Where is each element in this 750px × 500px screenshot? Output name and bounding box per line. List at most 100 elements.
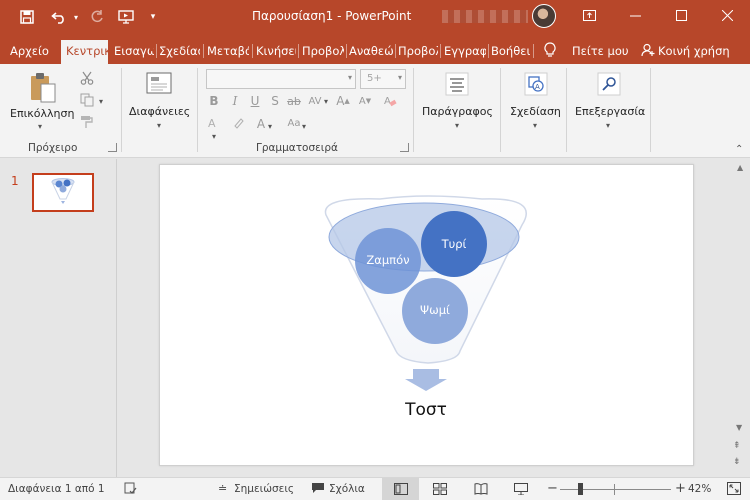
paste-dropdown-icon[interactable]: ▾: [38, 122, 42, 131]
clear-formatting-icon[interactable]: A: [382, 94, 398, 108]
slide-thumbnail[interactable]: [32, 173, 94, 212]
ribbon-display-options-icon[interactable]: [566, 0, 612, 30]
maximize-icon[interactable]: [658, 0, 704, 30]
underline-icon[interactable]: U: [248, 94, 262, 108]
tab-slideshow[interactable]: Προβολή: [302, 40, 344, 64]
zoom-level[interactable]: 42%: [688, 483, 711, 495]
reading-view-icon[interactable]: [474, 483, 488, 498]
next-slide-icon[interactable]: ⇟: [733, 457, 741, 467]
bold-icon[interactable]: B: [207, 94, 221, 108]
paragraph-label[interactable]: Παράγραφος: [422, 105, 493, 118]
funnel-item-label-2[interactable]: Τυρί: [422, 237, 486, 251]
present-from-beginning-icon[interactable]: [115, 6, 137, 28]
shadow-icon[interactable]: S: [268, 94, 282, 108]
comments-icon[interactable]: [311, 482, 325, 497]
italic-icon[interactable]: I: [228, 94, 242, 108]
character-spacing-dropdown-icon[interactable]: ▾: [324, 97, 328, 106]
funnel-result-label[interactable]: Τοστ: [386, 400, 466, 420]
tab-design[interactable]: Σχεδίαση: [159, 40, 200, 64]
redo-icon[interactable]: [88, 6, 106, 28]
slide-sorter-icon[interactable]: [433, 483, 447, 498]
copy-icon[interactable]: [78, 92, 96, 108]
paste-icon[interactable]: [28, 72, 58, 104]
font-name-combo[interactable]: ▾: [206, 69, 356, 89]
cut-icon[interactable]: [78, 70, 96, 86]
lightbulb-icon: [544, 42, 556, 61]
font-size-value: 5+: [367, 73, 382, 84]
customize-toolbar-icon[interactable]: ▾: [145, 6, 161, 28]
spelling-check-icon[interactable]: [124, 482, 137, 498]
notes-icon[interactable]: ≐: [218, 482, 227, 495]
tab-help[interactable]: Βοήθεια: [491, 40, 531, 64]
minimize-icon[interactable]: [612, 0, 658, 30]
tab-review[interactable]: Αναθεώρηση: [349, 40, 393, 64]
funnel-item-label-3[interactable]: Ψωμί: [403, 303, 467, 317]
decrease-font-size-icon[interactable]: A ▼: [357, 94, 373, 108]
share-button[interactable]: Κοινή χρήση: [658, 40, 738, 64]
copy-dropdown-icon[interactable]: ▾: [99, 97, 103, 106]
previous-slide-icon[interactable]: ⇞: [733, 441, 741, 451]
tab-animations[interactable]: Κινήσεις: [256, 40, 296, 64]
text-effects-icon[interactable]: A: [207, 116, 221, 130]
change-case-dropdown-icon[interactable]: ▾: [302, 122, 306, 131]
font-dialog-launcher-icon[interactable]: [400, 143, 409, 152]
editing-dropdown-icon[interactable]: ▾: [606, 121, 610, 130]
fit-to-window-icon[interactable]: [727, 482, 741, 498]
save-icon[interactable]: [14, 6, 40, 28]
undo-dropdown-icon[interactable]: ▾: [70, 6, 82, 28]
editing-search-icon[interactable]: [594, 70, 624, 98]
paragraph-icon[interactable]: [442, 70, 472, 98]
svg-text:A: A: [384, 96, 391, 107]
svg-text:A: A: [208, 117, 216, 130]
format-painter-icon[interactable]: [78, 114, 96, 130]
paragraph-dropdown-icon[interactable]: ▾: [455, 121, 459, 130]
font-group-label: Γραμματοσειρά: [256, 142, 338, 154]
vertical-scrollbar[interactable]: ▲ ▼ ⇞ ⇟: [733, 159, 750, 477]
tab-transitions[interactable]: Μεταβάσεις: [207, 40, 249, 64]
slides-icon[interactable]: [144, 70, 174, 98]
zoom-out-button[interactable]: −: [547, 481, 558, 496]
slides-dropdown-icon[interactable]: ▾: [157, 121, 161, 130]
editing-label[interactable]: Επεξεργασία: [575, 105, 645, 118]
notes-button[interactable]: Σημειώσεις: [234, 483, 294, 495]
slides-label[interactable]: Διαφάνειες: [129, 105, 190, 118]
collapse-ribbon-icon[interactable]: ⌃: [735, 144, 743, 155]
slideshow-view-icon[interactable]: [514, 483, 528, 498]
close-icon[interactable]: [704, 0, 750, 30]
share-person-icon[interactable]: [641, 43, 655, 60]
tab-file[interactable]: Αρχείο: [10, 40, 58, 64]
font-color-dropdown-icon[interactable]: ▾: [268, 122, 272, 131]
scroll-up-icon[interactable]: ▲: [737, 163, 743, 172]
paste-label[interactable]: Επικόλληση: [10, 107, 74, 120]
design-dropdown-icon[interactable]: ▾: [533, 121, 537, 130]
tab-home[interactable]: Κεντρική: [61, 40, 108, 64]
tab-record[interactable]: Εγγραφή: [444, 40, 486, 64]
character-spacing-icon[interactable]: AV: [307, 94, 323, 108]
text-effects-dropdown-icon[interactable]: ▾: [212, 132, 216, 141]
tab-insert[interactable]: Εισαγωγή: [114, 40, 154, 64]
drawing-icon[interactable]: A: [521, 70, 551, 98]
change-case-icon[interactable]: Aa: [286, 116, 302, 130]
slide-canvas[interactable]: Ζαμπόν Τυρί Ψωμί Τοστ: [159, 164, 694, 466]
tell-me-search[interactable]: Πείτε μου: [572, 40, 632, 64]
strikethrough-icon[interactable]: ab: [286, 94, 302, 108]
font-color-icon[interactable]: A: [254, 117, 268, 131]
window-title: Παρουσίαση1 - PowerPoint: [252, 9, 412, 23]
avatar[interactable]: [532, 4, 556, 28]
zoom-slider[interactable]: [560, 483, 671, 495]
clipboard-dialog-launcher-icon[interactable]: [108, 143, 117, 152]
status-bar: Διαφάνεια 1 από 1 ≐ Σημειώσεις Σχόλια − …: [0, 477, 750, 500]
tab-view[interactable]: Προβολή: [398, 40, 438, 64]
font-size-combo[interactable]: 5+ ▾: [360, 69, 406, 89]
undo-icon[interactable]: [48, 6, 70, 28]
normal-view-button[interactable]: [382, 478, 419, 500]
design-label[interactable]: Σχεδίαση: [510, 105, 561, 118]
zoom-slider-thumb[interactable]: [578, 483, 583, 495]
zoom-in-button[interactable]: +: [675, 481, 686, 496]
increase-font-size-icon[interactable]: A ▲: [335, 94, 351, 108]
comments-button[interactable]: Σχόλια: [329, 483, 365, 495]
scroll-down-icon[interactable]: ▼: [736, 423, 742, 432]
highlight-icon[interactable]: [232, 116, 246, 130]
funnel-item-label-1[interactable]: Ζαμπόν: [356, 253, 420, 267]
funnel-arrow: [405, 369, 447, 391]
